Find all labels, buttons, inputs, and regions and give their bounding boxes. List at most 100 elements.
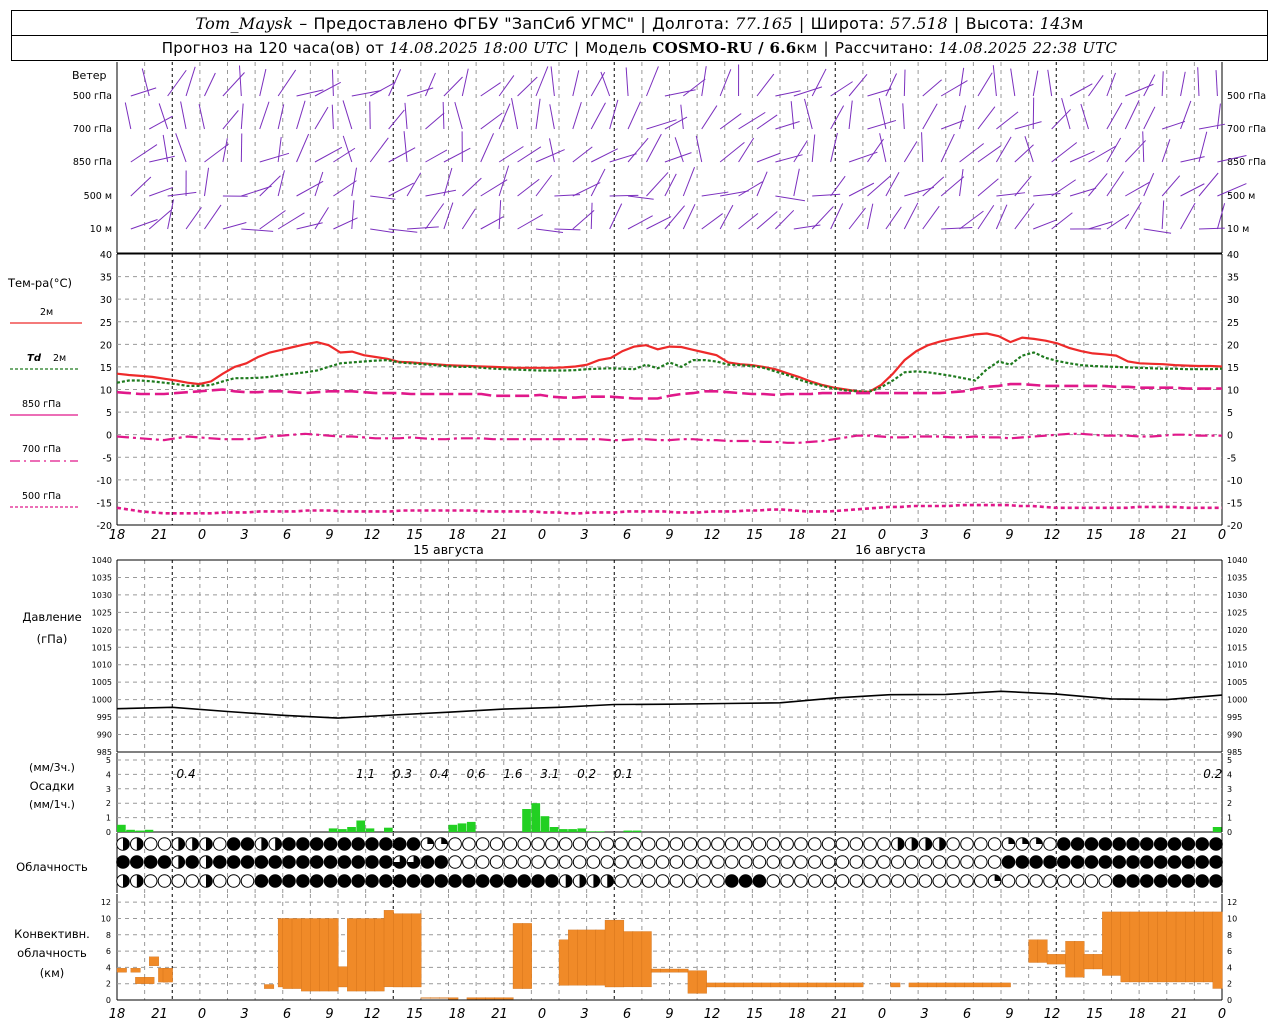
- cloud-cover-fill: [994, 874, 1001, 881]
- cloud-cover-icon: [766, 837, 781, 851]
- cloud-cover-icon: [711, 837, 725, 851]
- cloud-cover-icon: [877, 874, 891, 888]
- cloud-cover-icon: [545, 855, 559, 869]
- cloud-cover-icon: [725, 874, 739, 888]
- temp-ytick-left: 0: [106, 431, 112, 442]
- wind-barb: [333, 217, 358, 230]
- wind-barb: [977, 106, 996, 130]
- wind-barb: [535, 66, 549, 97]
- cloud-cover-icon: [337, 874, 352, 888]
- cloud-cover-icon: [517, 855, 532, 869]
- wind-level-label-right: 700 гПа: [1227, 124, 1266, 135]
- cloud-cover-icon: [448, 874, 462, 888]
- pressure-ytick-left: 1000: [92, 696, 112, 705]
- legend-label-850: 850 гПа: [22, 399, 61, 410]
- convective-bar: [844, 982, 855, 988]
- pressure-ytick-right: 1040: [1227, 556, 1247, 565]
- wind-barb: [148, 115, 173, 130]
- wind-barb: [830, 132, 838, 163]
- cloud-cover-icon: [641, 874, 656, 888]
- cloud-cover-icon: [738, 874, 753, 888]
- cloud-cover-icon: [379, 874, 393, 888]
- convective-bar: [991, 982, 1002, 988]
- wind-barb: [646, 119, 677, 130]
- convective-bar: [1129, 911, 1140, 983]
- cloud-cover-icon: [379, 855, 393, 869]
- convective-bar: [825, 982, 836, 988]
- cloud-cover-icon: [586, 855, 601, 869]
- cloud-cover-icon: [752, 837, 767, 851]
- cloud-cover-icon: [655, 837, 670, 851]
- wind-barb: [535, 149, 565, 163]
- pressure-ytick-left: 1025: [92, 608, 112, 617]
- convective-bar: [558, 939, 569, 986]
- cloud-cover-icon: [296, 855, 310, 869]
- wind-barb: [628, 195, 654, 200]
- cloud-cover-icon: [808, 855, 822, 869]
- cloud-cover-icon: [1057, 874, 1071, 888]
- cloud-cover-icon: [863, 837, 877, 851]
- convective-bar: [347, 918, 357, 992]
- cloud-cover-icon: [1153, 874, 1168, 888]
- wind-barb: [719, 69, 732, 97]
- convective-bar: [614, 919, 625, 988]
- convective-bar: [604, 919, 615, 988]
- precip-bar: [623, 830, 633, 832]
- cloud-cover-icon: [531, 874, 545, 888]
- wind-barb: [222, 110, 239, 130]
- precip-bar: [466, 821, 476, 832]
- cloud-cover-icon: [655, 855, 670, 869]
- cloud-cover-icon: [891, 874, 905, 888]
- time-tick-label-bottom: 3: [580, 1007, 588, 1022]
- precip-amount-label: 0.4: [430, 767, 449, 781]
- pressure-ytick-right: 990: [1227, 731, 1242, 740]
- cloud-cover-icon: [849, 874, 864, 888]
- wind-barb: [959, 67, 965, 97]
- cloud-cover-icon: [1043, 855, 1057, 869]
- time-tick-label: 21: [491, 528, 508, 543]
- precip-ytick-right: 1: [1227, 814, 1232, 823]
- cloud-cover-icon: [1112, 874, 1126, 888]
- convective-bar: [1166, 911, 1177, 983]
- convective-bar: [715, 982, 726, 988]
- wind-barb: [331, 104, 334, 130]
- convective-bar: [130, 968, 141, 973]
- wind-barb: [701, 213, 723, 230]
- temp-ytick-right: 0: [1227, 431, 1233, 442]
- cloud-cover-icon: [406, 874, 421, 888]
- cloud-cover-icon: [1043, 837, 1057, 851]
- cloud-label: Облачность: [16, 860, 88, 874]
- wind-barb: [811, 68, 827, 97]
- cloud-cover-icon: [794, 855, 808, 869]
- cloud-cover-icon: [296, 837, 310, 851]
- legend-label-500: 500 гПа: [22, 491, 61, 502]
- wind-barb: [996, 111, 1019, 130]
- convective-bar: [116, 968, 127, 973]
- cloud-cover-icon: [821, 855, 836, 869]
- cloud-cover-icon: [392, 837, 407, 851]
- cloud-cover-fill: [206, 874, 213, 888]
- legend-label-700: 700 гПа: [22, 444, 61, 455]
- wind-barb: [240, 103, 244, 130]
- wind-barb: [941, 226, 973, 230]
- cloud-cover-icon: [462, 874, 476, 888]
- cloud-cover-icon: [171, 874, 186, 888]
- wind-barb: [180, 101, 187, 130]
- wind-barb: [1061, 98, 1071, 130]
- cloud-cover-icon: [974, 874, 988, 888]
- wind-barb: [940, 80, 968, 97]
- wind-barb: [790, 101, 795, 130]
- convective-bar: [752, 982, 763, 988]
- wind-barb: [238, 65, 242, 97]
- wind-level-label-right: 10 м: [1227, 224, 1249, 235]
- wind-barb: [627, 137, 649, 163]
- wind-barb: [517, 178, 540, 197]
- convective-bar: [632, 931, 643, 988]
- wind-barb: [222, 222, 247, 230]
- wind-barb: [185, 207, 202, 230]
- cloud-cover-icon: [738, 855, 753, 869]
- wind-barb: [517, 76, 538, 97]
- time-tick-label-bottom: 0: [1218, 1007, 1226, 1022]
- time-tick-label: 3: [240, 528, 248, 543]
- precip-label: Осадки: [30, 779, 75, 793]
